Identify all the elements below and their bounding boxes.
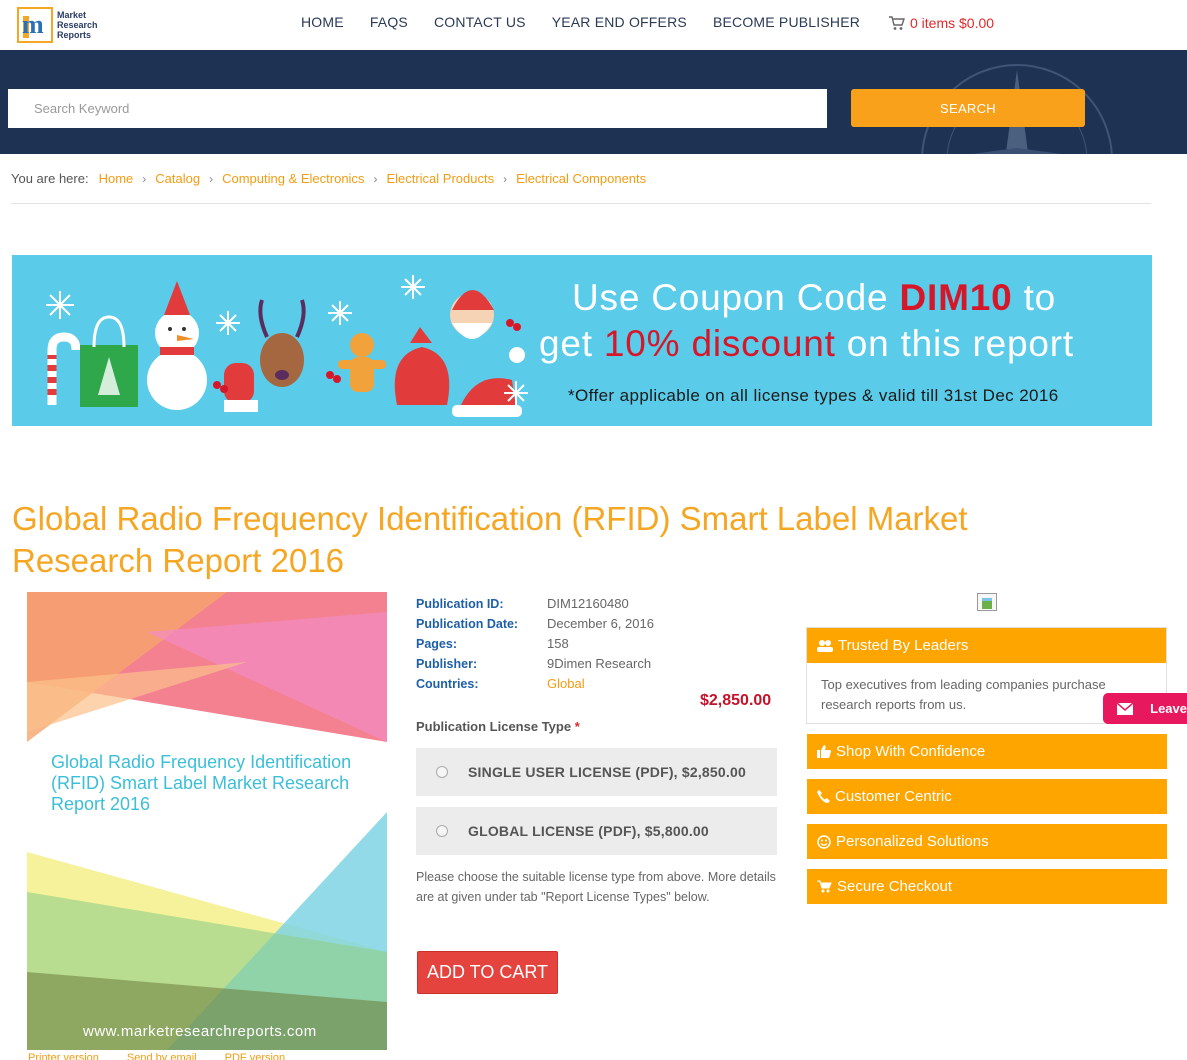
feature-shop-with-confidence[interactable]: Shop With Confidence [807,734,1167,769]
send-by-email-link[interactable]: Send by email [127,1052,197,1060]
report-title: Global Radio Frequency Identification (R… [12,500,968,579]
logo-text: Market Research Reports [57,10,98,40]
report-cover-image[interactable]: Global Radio Frequency Identification (R… [27,592,387,1050]
report-price: $2,850.00 [700,692,772,709]
breadcrumb-electrical-products[interactable]: Electrical Products [386,171,494,186]
breadcrumb-prefix: You are here: [11,171,89,186]
license-type-label: Publication License Type * [416,719,580,734]
publication-date: December 6, 2016 [547,616,654,631]
add-to-cart-button[interactable]: ADD TO CART [417,951,558,994]
logo-mark-icon: m [17,7,53,43]
leave-message-tab[interactable]: Leave [1103,693,1187,724]
breadcrumb-catalog[interactable]: Catalog [155,171,200,186]
detail-label: Publisher: [416,657,478,671]
broken-image-icon [977,593,997,611]
nav-become-publisher[interactable]: BECOME PUBLISHER [713,14,860,30]
cover-artwork-icon [27,592,387,1050]
banner-discount-line: get 10% discount on this report [539,323,1074,364]
nav-home[interactable]: HOME [301,14,344,30]
phone-icon [817,790,830,803]
coupon-banner[interactable]: Use Coupon Code DIM10 to get 10% discoun… [12,255,1152,426]
feature-label: Secure Checkout [837,878,953,895]
countries-link[interactable]: Global [547,674,585,694]
required-marker: * [574,719,580,734]
feature-label: Personalized Solutions [836,833,989,850]
publication-id: DIM12160480 [547,596,629,611]
detail-row: Publisher: 9Dimen Research [416,654,654,674]
banner-terms: *Offer applicable on all license types &… [568,386,1059,405]
detail-label: Pages: [416,637,457,651]
detail-label: Countries: [416,677,479,691]
breadcrumb-separator-icon: › [142,171,147,186]
breadcrumb-computing-electronics[interactable]: Computing & Electronics [222,171,364,186]
detail-row: Publication ID: DIM12160480 [416,594,654,614]
license-radio[interactable] [436,825,448,837]
cart-summary: 0 items $0.00 [910,15,995,31]
pdf-version-link[interactable]: PDF version [225,1052,286,1060]
banner-coupon-line: Use Coupon Code DIM10 to [572,277,1057,318]
feature-secure-checkout[interactable]: Secure Checkout [807,869,1167,904]
cart-icon [817,880,832,893]
pages-count: 158 [547,636,569,651]
license-radio[interactable] [436,766,448,778]
trusted-header: Trusted By Leaders [807,628,1166,663]
search-button[interactable]: SEARCH [851,89,1085,127]
christmas-illustration-icon [46,275,528,417]
trusted-title: Trusted By Leaders [838,637,969,654]
envelope-icon [1111,702,1138,715]
license-option-label: SINGLE USER LICENSE (PDF), $2,850.00 [468,764,746,780]
thumbs-up-icon [817,745,831,758]
breadcrumb-separator-icon: › [373,171,378,186]
nav-faqs[interactable]: FAQS [370,14,408,30]
publication-details: Publication ID: DIM12160480 Publication … [416,594,654,694]
license-note: Please choose the suitable license type … [416,870,776,904]
license-option-global[interactable]: GLOBAL LICENSE (PDF), $5,800.00 [416,807,777,855]
feature-personalized-solutions[interactable]: Personalized Solutions [807,824,1167,859]
search-input[interactable] [8,89,827,128]
top-navigation-bar: m Market Research Reports HOME FAQS CONT… [0,0,1187,50]
nav-contact-us[interactable]: CONTACT US [434,14,526,30]
detail-label: Publication ID: [416,597,504,611]
detail-label: Publication Date: [416,617,519,631]
feature-label: Customer Centric [835,788,952,805]
feature-customer-centric[interactable]: Customer Centric [807,779,1167,814]
leave-label: Leave [1150,701,1187,716]
nav-year-end-offers[interactable]: YEAR END OFFERS [552,14,687,30]
cover-title: Global Radio Frequency Identification (R… [51,752,352,814]
breadcrumb-home[interactable]: Home [99,171,134,186]
license-option-label: GLOBAL LICENSE (PDF), $5,800.00 [468,823,709,839]
breadcrumb-electrical-components[interactable]: Electrical Components [516,171,646,186]
breadcrumb-separator-icon: › [209,171,214,186]
feature-label: Shop With Confidence [836,743,986,760]
detail-row: Publication Date: December 6, 2016 [416,614,654,634]
report-actions: Printer version Send by email PDF versio… [28,1052,285,1060]
detail-row: Countries: Global [416,674,654,694]
publisher-name: 9Dimen Research [547,656,652,671]
site-logo[interactable]: m Market Research Reports [17,4,99,46]
breadcrumb: You are here: Home › Catalog › Computing… [11,171,646,186]
search-band: SEARCH [0,50,1187,154]
smile-icon [817,834,831,849]
users-icon [817,639,833,652]
cover-url: www.marketresearchreports.com [83,1023,317,1040]
main-nav: HOME FAQS CONTACT US YEAR END OFFERS BEC… [301,14,886,30]
breadcrumb-divider [11,203,1151,204]
breadcrumb-separator-icon: › [503,171,508,186]
coupon-code: DIM10 [899,277,1013,318]
detail-row: Pages: 158 [416,634,654,654]
cart-icon [889,15,905,30]
printer-version-link[interactable]: Printer version [28,1052,99,1060]
license-option-single-user[interactable]: SINGLE USER LICENSE (PDF), $2,850.00 [416,748,777,796]
header-cart[interactable]: 0 items $0.00 [888,15,994,31]
